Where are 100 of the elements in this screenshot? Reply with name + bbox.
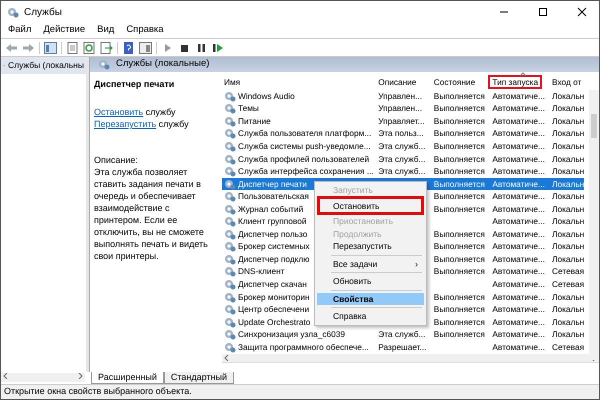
service-name[interactable]: Питание: [238, 116, 271, 127]
table-cell: Автоматиче...: [492, 140, 545, 151]
table-cell: Выполняется: [434, 191, 485, 202]
menu-item[interactable]: Вид: [96, 23, 116, 38]
refresh-icon[interactable]: [83, 42, 96, 54]
table-cell: Локальн: [552, 316, 584, 327]
description-label: Описание:: [94, 154, 139, 166]
table-cell: Автоматиче...: [492, 154, 545, 164]
table-cell: Локальн: [552, 90, 584, 101]
forward-arrow-icon[interactable]: [22, 42, 35, 54]
menu-item[interactable]: Свойства: [317, 292, 424, 306]
table-cell: Эта служб...: [378, 140, 426, 151]
window-title: Службы: [24, 6, 62, 20]
table-cell: Выполняется: [434, 204, 485, 214]
view-tab[interactable]: Расширенный: [91, 372, 164, 384]
vertical-scrollbar[interactable]: [589, 90, 599, 360]
table-cell: Эта служб...: [378, 166, 426, 176]
service-name[interactable]: Служба системы push-уведомле...: [238, 140, 371, 152]
service-name[interactable]: Защита программного обеспече...: [238, 342, 369, 353]
table-cell: Эта польз...: [378, 128, 424, 138]
back-arrow-icon[interactable]: [5, 42, 18, 54]
table-cell: Выполняется: [434, 90, 485, 101]
pane-icon[interactable]: [139, 42, 152, 54]
service-name[interactable]: Центр обеспечени: [238, 304, 310, 316]
table-cell: Локальн: [552, 140, 584, 151]
service-name[interactable]: Темы: [238, 103, 259, 114]
menu-item[interactable]: Справка: [317, 310, 424, 323]
table-cell: Локальн: [552, 329, 584, 340]
table-cell: Выполняется: [434, 329, 485, 340]
table-cell: Выполняется: [434, 241, 485, 252]
table-cell: Выполняется: [434, 103, 485, 114]
document-icon[interactable]: [66, 42, 79, 54]
service-name[interactable]: Брокер мониторин: [238, 292, 310, 303]
action-link[interactable]: Остановить: [94, 107, 144, 117]
table-cell: Эта служб...: [378, 329, 426, 340]
action-line: Перезапустить службу: [94, 118, 190, 130]
service-name[interactable]: Диспетчер скачан: [238, 278, 307, 290]
service-name[interactable]: Служба интерфейса сохранения ...: [238, 166, 374, 178]
service-name[interactable]: Пользовательская: [238, 191, 309, 202]
maximize-icon: [538, 7, 548, 17]
panel-title: Службы (локальные): [116, 57, 210, 72]
table-cell: Управляет...: [378, 116, 425, 126]
menu-item[interactable]: Справка: [125, 23, 165, 38]
status-bar-text: Открытие окна свойств выбранного объекта.: [1, 384, 599, 399]
service-name[interactable]: Клиент групповой: [238, 216, 306, 228]
column-header[interactable]: Имя: [222, 72, 376, 90]
table-cell: Выполняется: [434, 266, 485, 276]
menu-item[interactable]: Перезапустить: [317, 240, 424, 253]
view-tab[interactable]: Стандартный: [164, 372, 234, 384]
table-cell: Выполняется: [434, 128, 485, 138]
service-name[interactable]: Брокер системных: [238, 241, 310, 252]
menu-item[interactable]: Действие: [42, 23, 86, 38]
tree-item[interactable]: Службы (локальны: [1, 57, 86, 74]
table-cell: Автоматиче...: [492, 191, 545, 202]
pause-icon[interactable]: [195, 42, 208, 54]
table-cell: Автоматиче...: [492, 103, 545, 114]
table-cell: Автоматиче...: [492, 228, 545, 239]
service-name[interactable]: Журнал событий: [238, 204, 304, 215]
menu-item[interactable]: Файл: [7, 23, 32, 38]
menu-item[interactable]: Все задачи ›: [317, 258, 424, 270]
export-icon[interactable]: [100, 42, 113, 54]
table-cell: Локальн: [552, 178, 584, 189]
pane-icon[interactable]: [44, 42, 57, 54]
scroll-left-icon: [224, 354, 229, 361]
table-cell: Автоматиче...: [492, 304, 545, 314]
table-cell: Автоматиче...: [492, 216, 545, 226]
table-cell: Выполняется: [434, 116, 485, 126]
menu-item[interactable]: Обновить: [317, 275, 424, 288]
column-header[interactable]: Описание: [376, 72, 432, 90]
table-cell: Автоматиче...: [492, 204, 545, 214]
table-cell: Выполняется: [434, 228, 485, 239]
table-cell: Автоматиче...: [492, 254, 545, 264]
table-cell: Автоматиче...: [492, 278, 545, 289]
submenu-arrow: ›: [415, 258, 418, 271]
action-link[interactable]: Перезапустить: [94, 119, 156, 129]
table-cell: Автоматиче...: [492, 266, 545, 276]
restart-icon[interactable]: [212, 42, 225, 54]
service-title: Диспетчер печати: [94, 78, 176, 90]
service-name[interactable]: Служба профилей пользователей: [238, 154, 370, 164]
column-header[interactable]: Вход от: [550, 72, 584, 90]
service-name[interactable]: Windows Audio: [238, 90, 295, 102]
table-cell: Разрешает...: [378, 342, 426, 352]
table-cell: Выполняется: [434, 292, 485, 302]
menu-item[interactable]: Остановить: [317, 196, 424, 216]
service-name[interactable]: Синхронизация узла_c6039: [238, 329, 345, 340]
service-name[interactable]: Диспетчер подклю: [238, 254, 310, 265]
service-name[interactable]: Update Orchestrato: [238, 316, 310, 328]
table-cell: Автоматиче...: [492, 292, 545, 302]
table-cell: Локальн: [552, 166, 584, 176]
service-name[interactable]: Диспетчер пользо: [238, 228, 308, 240]
service-name[interactable]: DNS-клиент: [238, 266, 284, 278]
table-cell: Локальн: [552, 154, 584, 164]
table-cell: Локальн: [552, 241, 584, 252]
help-icon[interactable]: [122, 42, 135, 54]
column-header[interactable]: Состояние: [432, 72, 490, 90]
table-cell: Выполняется: [434, 316, 485, 327]
table-cell: Локальн: [552, 216, 584, 226]
table-cell: Автоматиче...: [492, 342, 545, 352]
service-name[interactable]: Служба пользователя платформ...: [238, 128, 372, 140]
close-icon: [577, 7, 587, 17]
